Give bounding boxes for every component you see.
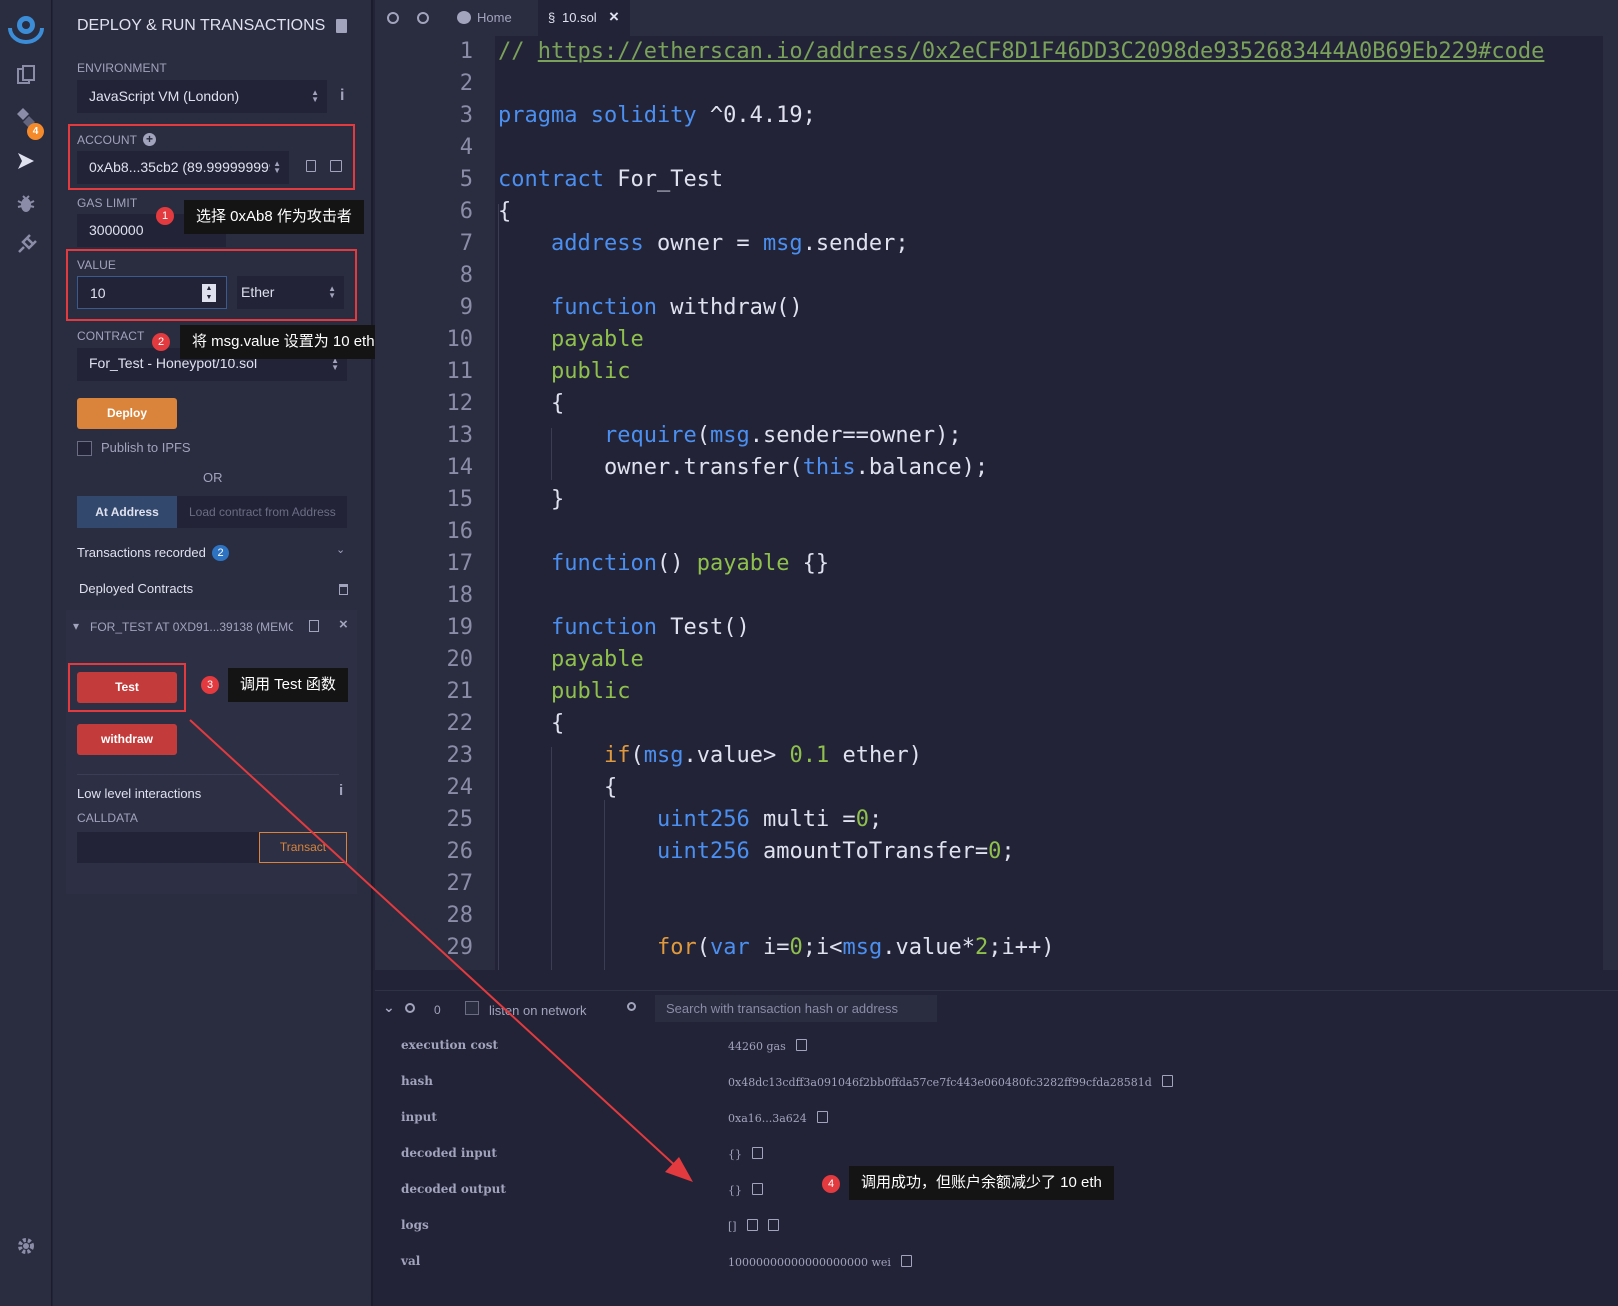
annotation-4-badge: 4: [822, 1175, 840, 1193]
arrow-line: [189, 719, 681, 1171]
annotation-arrow: [189, 719, 693, 1182]
annotation-4-callout: 调用成功，但账户余额减少了 10 eth: [849, 1166, 1114, 1200]
